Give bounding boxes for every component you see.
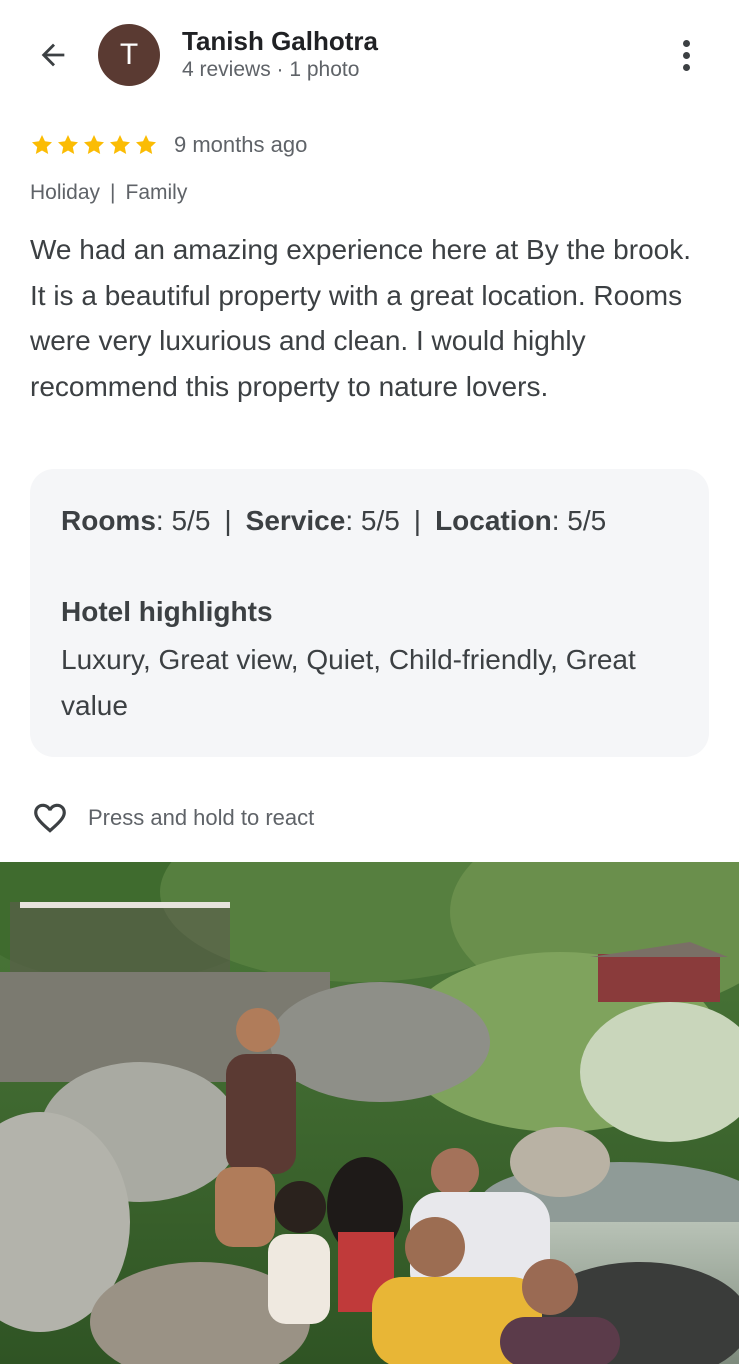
avatar[interactable]: T bbox=[98, 24, 160, 86]
location-label: Location bbox=[435, 505, 552, 536]
star-icon bbox=[110, 135, 130, 154]
react-label: Press and hold to react bbox=[88, 805, 315, 830]
reviewer-meta: 4 reviews · 1 photo bbox=[182, 58, 360, 81]
star-icon bbox=[136, 135, 156, 154]
review-text: We had an amazing experience here at By … bbox=[30, 234, 691, 402]
highlights-text: Luxury, Great view, Quiet, Child-friendl… bbox=[61, 644, 636, 721]
review-time: 9 months ago bbox=[174, 132, 308, 157]
rooms-label: Rooms bbox=[61, 505, 156, 536]
location-score: : 5/5 bbox=[551, 505, 607, 536]
ratings-card: Rooms: 5/5 | Service: 5/5 | Location: 5/… bbox=[30, 469, 709, 757]
star-icon bbox=[32, 135, 52, 154]
review-photo[interactable] bbox=[0, 862, 739, 1364]
avatar-letter: T bbox=[119, 38, 139, 71]
score-separator: | bbox=[224, 505, 232, 536]
tag-trip-type: Holiday bbox=[30, 181, 101, 204]
back-button[interactable] bbox=[32, 34, 74, 76]
tag-travel-group: Family bbox=[125, 181, 188, 204]
star-icon bbox=[58, 135, 78, 154]
heart-outline-icon bbox=[34, 803, 66, 833]
highlights-title: Hotel highlights bbox=[61, 596, 273, 627]
rating-row: 9 months ago bbox=[30, 128, 307, 162]
category-scores: Rooms: 5/5 | Service: 5/5 | Location: 5/… bbox=[61, 505, 606, 537]
trip-tags: Holiday | Family bbox=[30, 181, 187, 205]
tag-separator: | bbox=[110, 181, 116, 204]
score-separator: | bbox=[413, 505, 422, 536]
service-label: Service bbox=[245, 505, 346, 536]
arrow-left-icon bbox=[41, 43, 65, 67]
rooms-score: : 5/5 bbox=[155, 505, 211, 536]
reviewer-name[interactable]: Tanish Galhotra bbox=[182, 26, 378, 57]
family-photo-illustration bbox=[0, 862, 739, 1364]
more-options-button[interactable] bbox=[668, 34, 704, 76]
review-header: T Tanish Galhotra 4 reviews · 1 photo bbox=[0, 0, 739, 110]
star-icon bbox=[84, 135, 104, 154]
more-vertical-icon bbox=[682, 39, 690, 47]
star-rating bbox=[30, 133, 158, 157]
service-score: : 5/5 bbox=[345, 505, 400, 536]
react-button[interactable]: Press and hold to react bbox=[30, 797, 314, 839]
